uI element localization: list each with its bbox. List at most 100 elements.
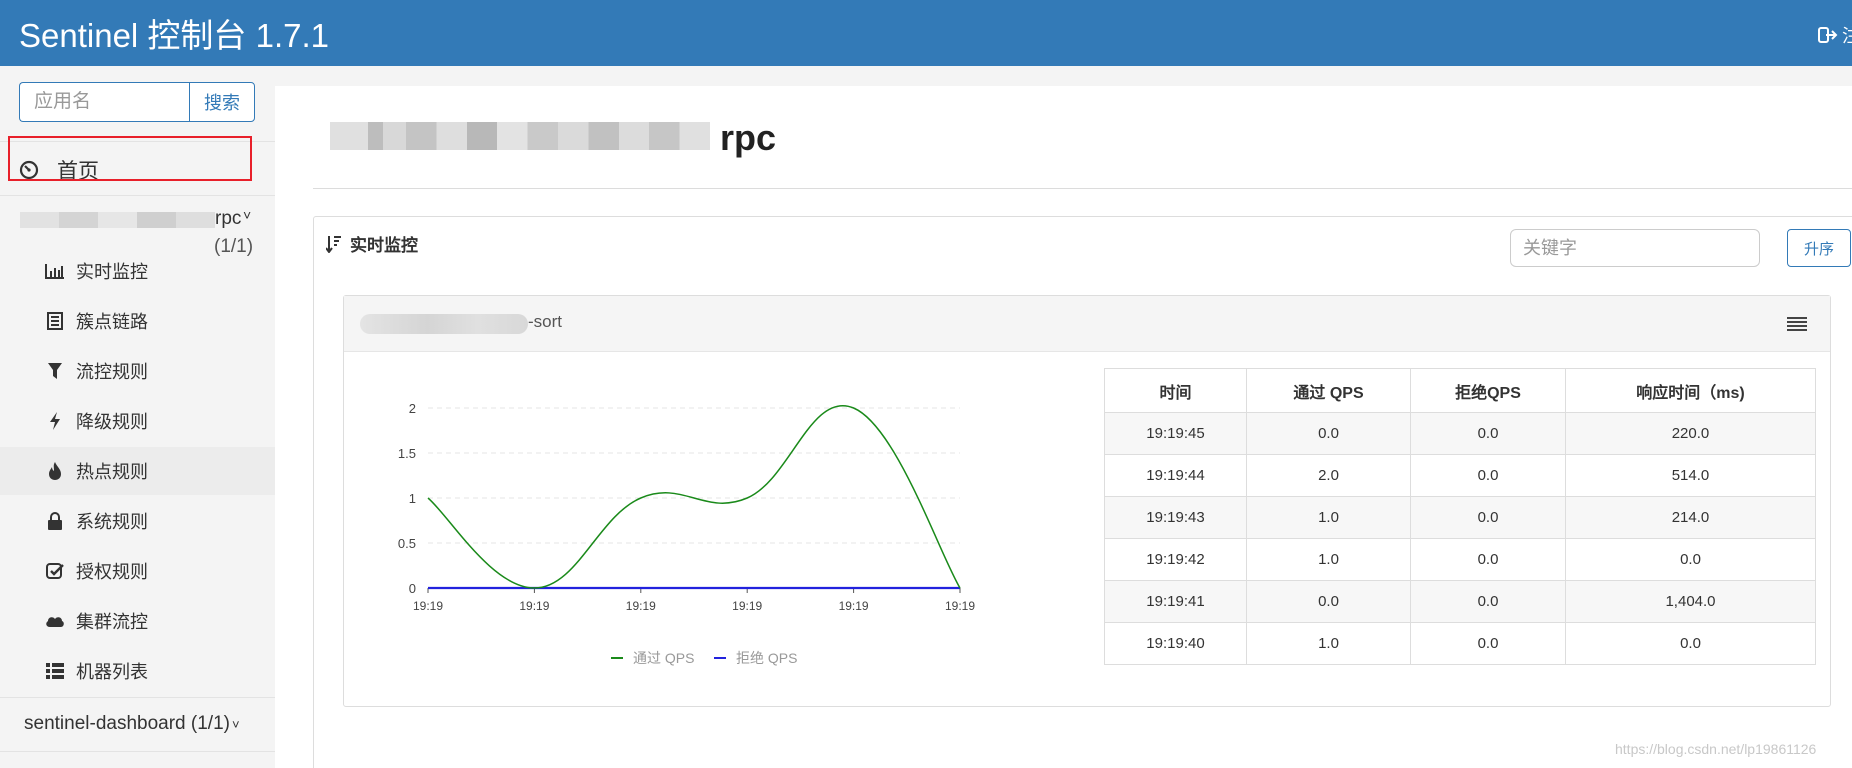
cell-time: 19:19:42 [1104,538,1247,581]
column-header-pass-qps[interactable]: 通过 QPS [1246,368,1411,413]
list-icon [45,311,65,331]
y-tick-label: 2 [409,401,416,416]
y-tick-label: 1 [409,491,416,506]
cell-block-qps: 0.0 [1410,412,1566,455]
bar-chart-icon [45,261,65,281]
sort-ascending-button[interactable]: 升序 [1787,229,1851,267]
realtime-monitor-panel: 实时监控 升序 -sort 0 0.5 1 1.5 2 19:19 19:19 19:19 19… [313,216,1852,768]
qps-line-chart: 0 0.5 1 1.5 2 19:19 19:19 19:19 19:19 19:19 19:19 通… [364,366,1004,696]
sidebar-item-hotspot-rules[interactable]: 热点规则 [0,447,275,495]
search-button[interactable]: 搜索 [189,82,255,122]
y-tick-label: 1.5 [398,446,416,461]
watermark: https://blog.csdn.net/lp19861126 [1615,741,1817,757]
table-row: 19:19:40 1.0 0.0 0.0 [1104,622,1816,665]
cell-block-qps: 0.0 [1410,538,1566,581]
cell-time: 19:19:40 [1104,622,1247,665]
sidebar-item-label: 授权规则 [76,562,148,582]
fire-icon [45,461,65,481]
redacted-resource-name [360,314,528,334]
cell-time: 19:19:45 [1104,412,1247,455]
x-tick-label: 19:19 [839,599,869,613]
cell-rt: 0.0 [1565,538,1816,581]
cell-time: 19:19:44 [1104,454,1247,497]
y-tick-label: 0.5 [398,536,416,551]
legend-label: 拒绝 QPS [736,650,797,666]
column-header-time[interactable]: 时间 [1104,368,1247,413]
cell-time: 19:19:43 [1104,496,1247,539]
column-header-block-qps[interactable]: 拒绝QPS [1410,368,1566,413]
cell-rt: 214.0 [1565,496,1816,539]
sidebar-item-label: 热点规则 [76,462,148,482]
sidebar-item-cluster-flow[interactable]: 集群流控 [0,597,275,645]
page-title: rpc [720,117,777,158]
sidebar-item-machine-list[interactable]: 机器列表 [0,647,275,695]
check-square-icon [45,561,65,581]
redacted-page-title [330,122,710,150]
cell-pass-qps: 1.0 [1246,538,1411,581]
sidebar-item-label: sentinel-dashboard (1/1) [24,713,230,734]
bolt-icon [45,411,65,431]
table-header-row: 时间 通过 QPS 拒绝QPS 响应时间（ms) [1104,368,1816,413]
resource-name: -sort [528,312,562,331]
app-title[interactable]: Sentinel 控制台 1.7.1 [19,9,329,57]
cell-block-qps: 0.0 [1410,622,1566,665]
sidebar-item-degrade-rules[interactable]: 降级规则 [0,397,275,445]
sidebar-item-label: 实时监控 [76,262,148,282]
app-name-suffix[interactable]: rpc [215,208,241,230]
panel-title: 实时监控 [350,236,418,255]
legend-label: 通过 QPS [633,650,694,666]
sign-out-icon [1818,27,1838,43]
sidebar-item-label: 集群流控 [76,612,148,632]
chevron-down-icon[interactable]: ˅ [243,207,251,223]
table-row: 19:19:44 2.0 0.0 514.0 [1104,454,1816,497]
table-row: 19:19:42 1.0 0.0 0.0 [1104,538,1816,581]
sidebar-item-flow-rules[interactable]: 流控规则 [0,347,275,395]
sidebar-item-cluster-links[interactable]: 簇点链路 [0,297,275,345]
resource-card: -sort 0 0.5 1 1.5 2 19:19 19:19 19:19 19:19 19:19… [343,295,1831,707]
hamburger-menu-icon[interactable] [1787,316,1807,332]
sidebar-item-auth-rules[interactable]: 授权规则 [0,547,275,595]
sort-amount-icon [326,235,341,253]
x-tick-label: 19:19 [626,599,656,613]
column-header-rt[interactable]: 响应时间（ms) [1565,368,1816,413]
sidebar-divider [0,751,275,752]
sidebar-item-realtime-monitor[interactable]: 实时监控 [0,247,275,295]
y-tick-label: 0 [409,581,416,596]
main-content: rpc 实时监控 升序 -sort 0 0.5 1 1.5 2 19:19 19:19 19:… [275,86,1852,768]
logout-link[interactable]: 注 [1818,22,1852,48]
redacted-app-name [20,212,215,228]
logout-label: 注 [1842,26,1852,46]
cell-pass-qps: 2.0 [1246,454,1411,497]
sidebar-item-label: 簇点链路 [76,312,148,332]
sidebar-divider [0,697,275,698]
app-search-group: 搜索 [19,82,255,122]
cell-rt: 1,404.0 [1565,580,1816,623]
table-row: 19:19:41 0.0 0.0 1,404.0 [1104,580,1816,623]
title-divider [313,188,1852,189]
filter-icon [45,361,65,381]
series-line [427,404,961,589]
cell-time: 19:19:41 [1104,580,1247,623]
table-row: 19:19:45 0.0 0.0 220.0 [1104,412,1816,455]
cell-pass-qps: 1.0 [1246,622,1411,665]
chevron-down-icon: ˅ [231,716,240,732]
cell-pass-qps: 0.0 [1246,580,1411,623]
lock-icon [45,511,65,531]
sidebar-item-label: 流控规则 [76,362,148,382]
table-row: 19:19:43 1.0 0.0 214.0 [1104,496,1816,539]
cell-rt: 220.0 [1565,412,1816,455]
x-tick-label: 19:19 [413,599,443,613]
sidebar-item-system-rules[interactable]: 系统规则 [0,497,275,545]
cell-rt: 514.0 [1565,454,1816,497]
sidebar-item-label: 降级规则 [76,412,148,432]
cell-pass-qps: 0.0 [1246,412,1411,455]
x-tick-label: 19:19 [945,599,975,613]
cell-block-qps: 0.0 [1410,496,1566,539]
sidebar-divider [0,195,275,196]
keyword-search-input[interactable] [1510,229,1760,267]
selected-app-highlight[interactable] [8,136,252,181]
sidebar-item-sentinel-dashboard[interactable]: sentinel-dashboard (1/1) ˅ [0,700,275,748]
qps-chart-svg: 0 0.5 1 1.5 2 19:19 19:19 19:19 19:19 19:19 19:19 通… [398,401,975,666]
table-list-icon [45,661,65,681]
app-search-input[interactable] [19,82,189,122]
